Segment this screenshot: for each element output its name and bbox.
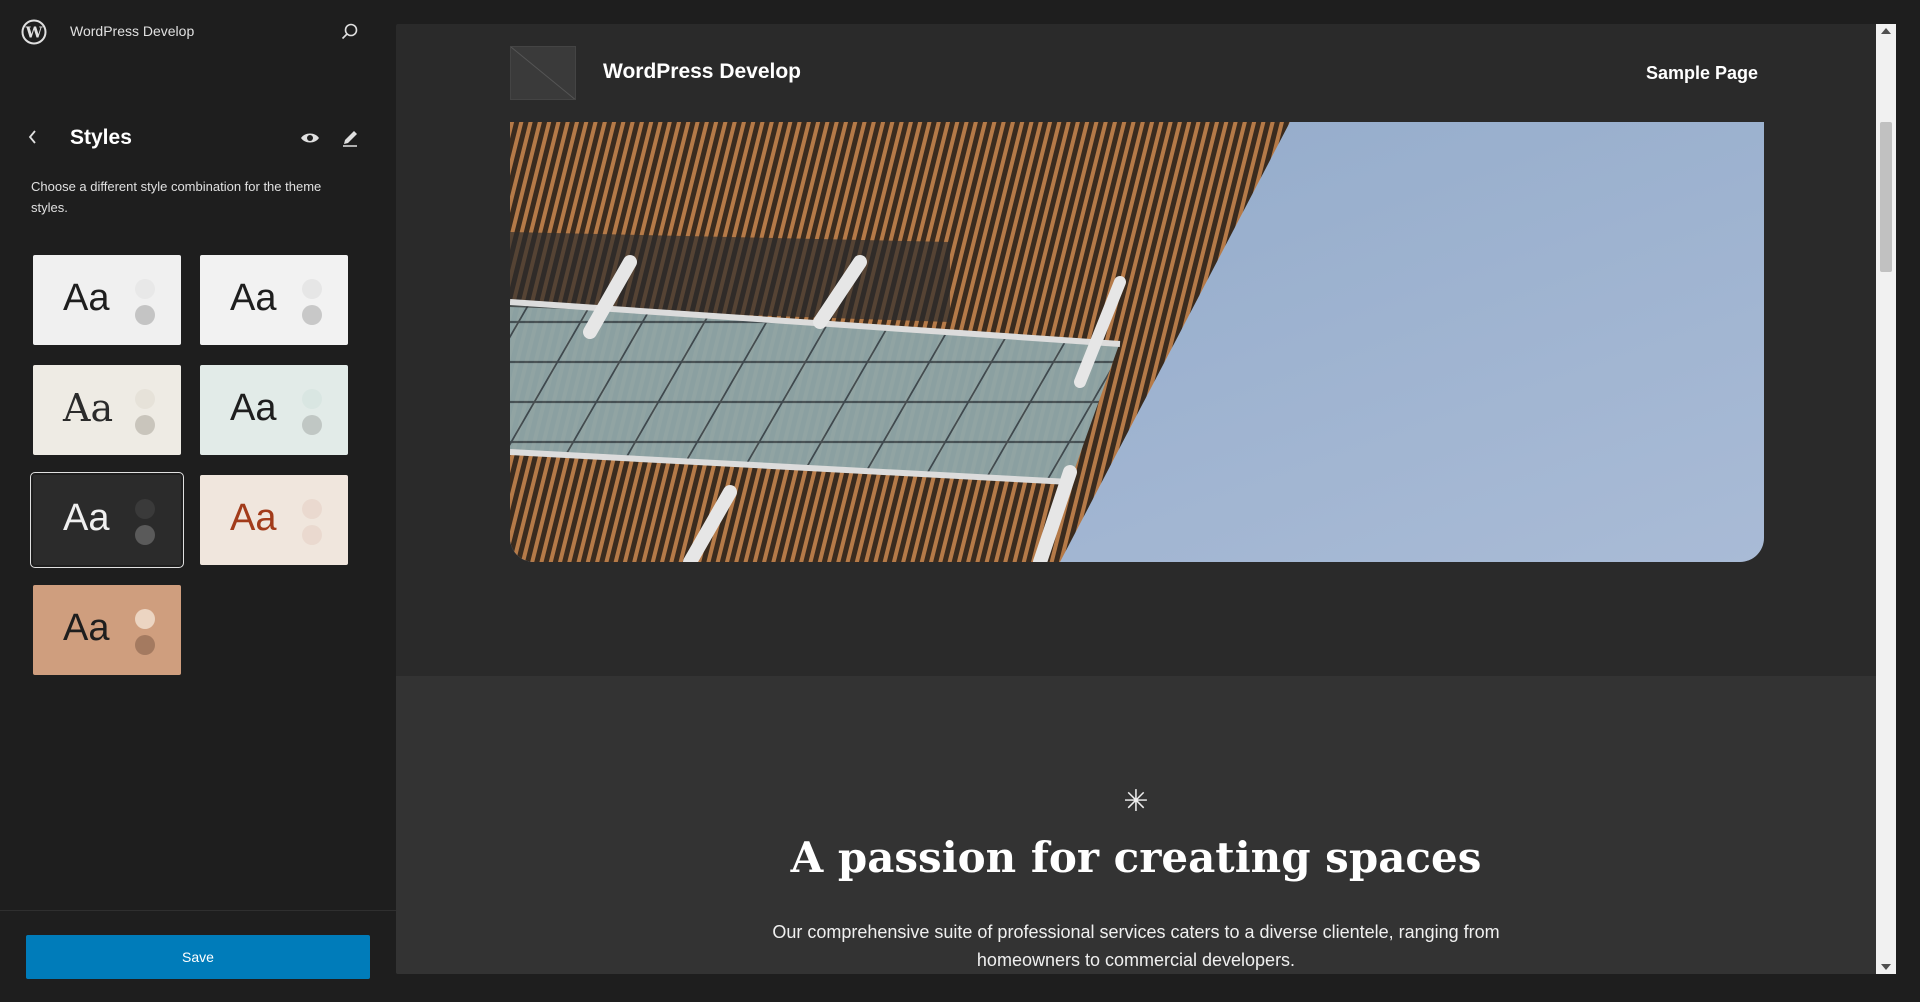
canvas-scrollbar[interactable] (1876, 24, 1896, 974)
color-swatch (302, 305, 322, 325)
section-paragraph[interactable]: Our comprehensive suite of professional … (736, 918, 1536, 974)
back-chevron-icon[interactable] (22, 126, 44, 148)
scroll-down-arrow-icon[interactable] (1881, 964, 1891, 970)
hero-image[interactable] (510, 122, 1764, 562)
wordpress-logo-icon[interactable]: W (21, 19, 47, 45)
save-button[interactable]: Save (26, 935, 370, 979)
style-variation-3[interactable]: Aa (33, 365, 181, 455)
panel-title: Styles (70, 126, 132, 149)
editor-canvas[interactable]: WordPress Develop Sample Page ✳ A passio… (396, 24, 1896, 974)
pencil-icon[interactable] (338, 126, 362, 150)
style-variation-1[interactable]: Aa (33, 255, 181, 345)
site-name[interactable]: WordPress Develop (603, 60, 801, 84)
color-swatch (135, 305, 155, 325)
color-swatch (135, 499, 155, 519)
style-variation-4[interactable]: Aa (200, 365, 348, 455)
site-hub: W WordPress Develop (0, 0, 396, 64)
color-swatch (302, 499, 322, 519)
save-footer: Save (0, 910, 396, 1002)
style-variation-7[interactable]: Aa (33, 585, 181, 675)
color-swatch (135, 389, 155, 409)
variation-sample-text: Aa (63, 607, 110, 649)
svg-text:W: W (25, 24, 44, 42)
panel-description: Choose a different style combination for… (31, 179, 322, 215)
site-title[interactable]: WordPress Develop (70, 23, 194, 39)
color-swatch (135, 609, 155, 629)
color-swatch (135, 415, 155, 435)
scrollbar-thumb[interactable] (1880, 122, 1892, 272)
color-swatch (302, 389, 322, 409)
site-logo-placeholder[interactable] (510, 46, 576, 100)
search-icon[interactable] (338, 20, 362, 44)
style-variation-2[interactable]: Aa (200, 255, 348, 345)
nav-link-sample-page[interactable]: Sample Page (1646, 63, 1758, 84)
styles-header: Styles (0, 118, 396, 158)
eye-icon[interactable] (298, 126, 322, 150)
variation-sample-text: Aa (63, 386, 114, 430)
style-variation-5[interactable]: Aa (30, 472, 184, 568)
color-swatch (135, 525, 155, 545)
style-variation-6[interactable]: Aa (200, 475, 348, 565)
variation-sample-text: Aa (230, 387, 277, 429)
color-swatch (302, 279, 322, 299)
color-swatch (302, 525, 322, 545)
variation-sample-text: Aa (230, 497, 277, 539)
intro-section: ✳ A passion for creating spaces Our comp… (396, 676, 1876, 974)
color-swatch (135, 279, 155, 299)
color-swatch (302, 415, 322, 435)
scroll-up-arrow-icon[interactable] (1881, 28, 1891, 34)
section-headline[interactable]: A passion for creating spaces (396, 833, 1876, 882)
asterisk-icon: ✳ (1123, 785, 1149, 818)
sidebar: W WordPress Develop Styles Choose a diff… (0, 0, 396, 1002)
variation-sample-text: Aa (63, 277, 110, 319)
color-swatch (135, 635, 155, 655)
variation-sample-text: Aa (63, 497, 110, 539)
variation-sample-text: Aa (230, 277, 277, 319)
site-header: WordPress Develop Sample Page (396, 24, 1876, 120)
